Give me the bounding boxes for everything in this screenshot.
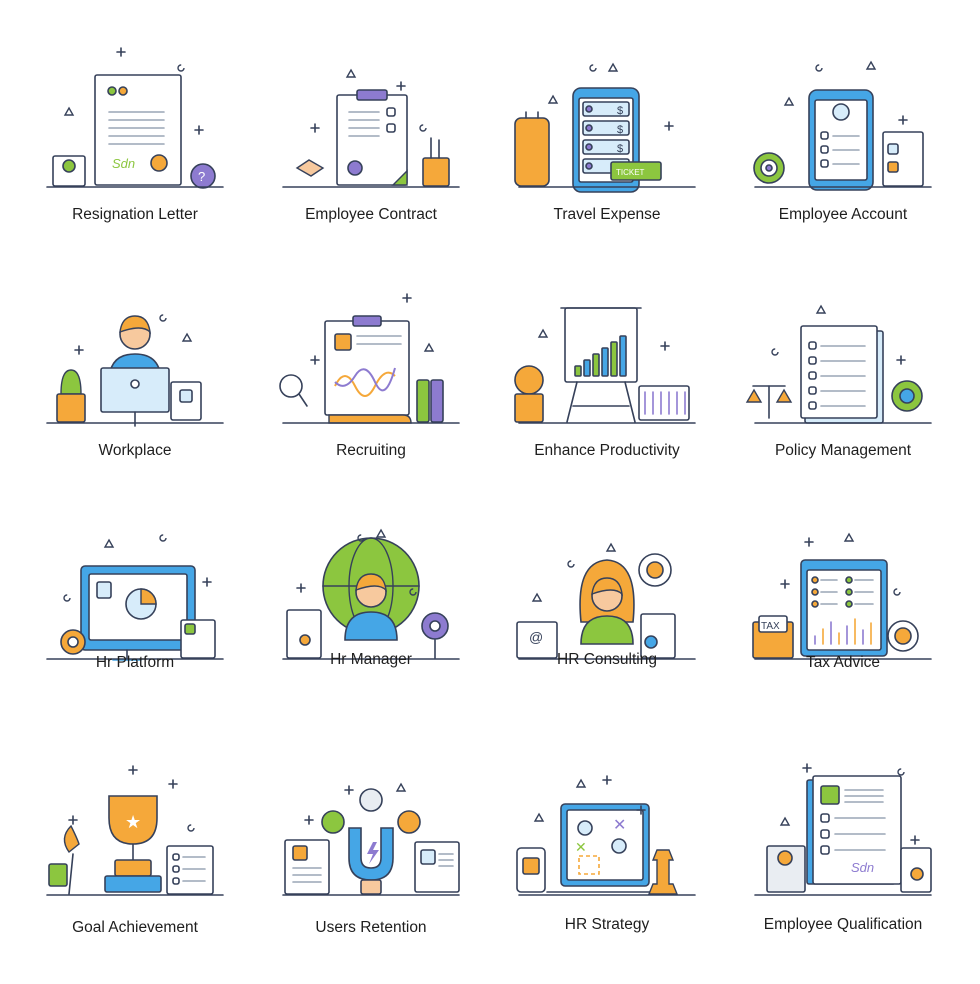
icon-label: Employee Contract [305,206,437,223]
travel-expense-icon: $$$$TICKET [514,62,696,193]
svg-text:Sdn: Sdn [851,860,874,875]
icon-label: HR Consulting [557,651,657,668]
hr-platform-icon [46,534,224,661]
icon-label: Goal Achievement [72,919,198,936]
svg-text:★: ★ [125,812,141,832]
employee-account-icon [753,60,932,191]
hr-manager-icon [282,528,460,660]
recruiting-icon [279,293,460,424]
tax-advice-icon: TAX [752,532,932,660]
icon-tile: Employee Contract [253,40,489,276]
icon-tile: Policy Management [725,276,961,512]
icon-tile: Recruiting [253,276,489,512]
icon-tile: Enhance Productivity [489,276,725,512]
icon-label: Enhance Productivity [534,442,680,459]
icon-label: Users Retention [315,919,427,936]
icon-tile: $$$$TICKETTravel Expense [489,40,725,276]
icon-tile: Sdn? Resignation Letter [17,40,253,276]
svg-text:Sdn: Sdn [112,156,135,171]
svg-text:$: $ [617,143,623,155]
icon-label: Employee Qualification [763,916,923,933]
hr-consulting-icon: @ [516,542,696,660]
hr-strategy-icon: ✕✕ [516,775,696,896]
icon-label: Travel Expense [553,206,661,223]
resignation-letter-icon: Sdn? [46,47,224,189]
svg-text:TICKET: TICKET [616,168,645,177]
svg-text:✕: ✕ [575,839,587,855]
policy-management-icon [745,304,932,424]
icon-label: Employee Account [778,206,908,223]
svg-text:✕: ✕ [613,817,626,834]
goal-achievement-icon: ★ [46,765,224,896]
icon-label: Hr Platform [95,654,175,671]
icon-tile: Hr Platform [17,512,253,748]
icon-label: HR Strategy [564,916,650,933]
icon-label: Workplace [98,442,172,459]
icon-label: Recruiting [336,442,406,459]
employee-qualification-icon: Sdn [754,763,932,896]
svg-text:$: $ [617,124,623,136]
svg-text:?: ? [198,169,205,184]
icon-tile: Sdn Employee Qualification [725,748,961,984]
svg-text:TAX: TAX [761,621,780,632]
svg-text:$: $ [617,105,623,117]
workplace-icon [46,314,224,427]
icon-tile: ★ Goal Achievement [17,748,253,984]
icon-label: Tax Advice [805,654,881,671]
svg-text:@: @ [529,629,543,645]
icon-tile: TAX Tax Advice [725,512,961,748]
icon-label: Hr Manager [330,651,412,668]
enhance-productivity-icon [514,307,696,424]
icon-tile: Users Retention [253,748,489,984]
icon-tile: @ HR Consulting [489,512,725,748]
icon-tile: Hr Manager [253,512,489,748]
icon-tile: Workplace [17,276,253,512]
icon-label: Resignation Letter [72,206,198,223]
employee-contract-icon [282,68,460,188]
users-retention-icon [282,782,460,896]
icon-tile: ✕ ✕ HR Strategy [489,748,725,984]
icon-label: Policy Management [774,442,912,459]
icon-tile: Employee Account [725,40,961,276]
